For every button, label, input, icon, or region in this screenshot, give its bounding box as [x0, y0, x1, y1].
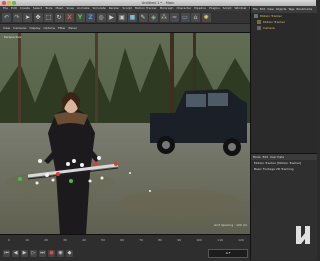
timeline-tick: 50: [101, 238, 105, 242]
viewport-menu-display[interactable]: Display: [29, 24, 40, 32]
subdivide-icon[interactable]: ◈: [149, 12, 158, 22]
camera-object-icon: [257, 26, 261, 30]
logo-watermark-icon: [296, 226, 310, 244]
motion-tracker-icon: [254, 14, 258, 18]
timeline-tick: 110: [217, 238, 223, 242]
timeline-tick: 10: [25, 238, 29, 242]
viewport-label: Perspective: [4, 35, 22, 39]
om-menu-view[interactable]: View: [267, 6, 274, 13]
footage-frame: [0, 33, 250, 235]
timeline-tick: 70: [139, 238, 144, 242]
camera-icon[interactable]: ⌂: [191, 12, 200, 22]
object-manager-menu: File Edit View Objects Tags Bookmarks: [251, 6, 317, 13]
object-name: Camera: [263, 26, 275, 30]
step-back-icon[interactable]: ◀: [12, 249, 19, 257]
array-icon[interactable]: ⁂: [159, 12, 169, 22]
timeline-tick: 60: [120, 238, 125, 242]
x-axis-icon[interactable]: X: [65, 12, 74, 22]
timeline-tick: 20: [44, 238, 48, 242]
render-view-icon[interactable]: ▣: [117, 12, 127, 22]
cube-icon[interactable]: ■: [128, 12, 137, 22]
timeline-tick: 30: [63, 238, 67, 242]
timeline-tick: 80: [158, 238, 163, 242]
viewport-menu: View Cameras Display Options Filter Pane…: [0, 24, 250, 32]
om-menu-file[interactable]: File: [253, 6, 258, 13]
om-menu-tags[interactable]: Tags: [288, 6, 294, 13]
om-menu-objects[interactable]: Objects: [276, 6, 287, 13]
grid-spacing-label: Grid Spacing : 100 cm: [214, 223, 248, 227]
go-to-end-icon[interactable]: ⏭: [39, 249, 46, 257]
object-name: Motion Tracker: [260, 14, 282, 18]
light-icon[interactable]: ✺: [201, 12, 211, 22]
object-name: Motion Tracker: [263, 20, 285, 24]
timeline-tick: 40: [82, 238, 86, 242]
y-axis-icon[interactable]: Y: [75, 12, 85, 22]
viewport-menu-panel[interactable]: Panel: [69, 24, 77, 32]
move-icon[interactable]: ✥: [33, 12, 43, 22]
viewport-menu-filter[interactable]: Filter: [58, 24, 65, 32]
pen-icon[interactable]: ✎: [138, 12, 148, 22]
object-list: Motion Tracker Motion Tracker Camera: [251, 13, 317, 154]
rotate-icon[interactable]: ↻: [54, 12, 64, 22]
frame-readout[interactable]: 0 F: [208, 249, 248, 258]
redo-icon[interactable]: ↷: [12, 12, 22, 22]
timeline-tick: 0: [8, 238, 10, 242]
keyframe-icon[interactable]: ◆: [66, 249, 73, 257]
scale-icon[interactable]: ⬚: [44, 12, 53, 22]
world-icon[interactable]: ◎: [96, 12, 106, 22]
viewport-menu-view[interactable]: View: [3, 24, 10, 32]
motion-tracker-icon: [257, 20, 261, 24]
timeline[interactable]: 0 10 20 30 40 50 60 70 80 90 100 110 120…: [0, 234, 250, 261]
play-icon[interactable]: ▶: [21, 249, 28, 257]
step-forward-icon[interactable]: ▷: [30, 249, 37, 257]
om-menu-bookmarks[interactable]: Bookmarks: [297, 6, 313, 13]
deformer-icon[interactable]: ≈: [170, 12, 179, 22]
autokey-icon[interactable]: ◉: [57, 249, 64, 257]
main-toolbar: ↶ ↷ ➤ ✥ ⬚ ↻ X Y Z ◎ ▶ ▣ ■ ✎ ◈ ⁂ ≈ ▭ ⌂ ✺: [0, 11, 250, 24]
undo-icon[interactable]: ↶: [2, 12, 11, 22]
timeline-tick: 90: [177, 238, 182, 242]
select-icon[interactable]: ➤: [23, 12, 32, 22]
timeline-ruler[interactable]: 0 10 20 30 40 50 60 70 80 90 100 110 120: [8, 238, 244, 244]
floor-icon[interactable]: ▭: [180, 12, 190, 22]
timeline-tick: 120: [238, 238, 244, 242]
record-icon[interactable]: ●: [48, 249, 55, 257]
go-to-start-icon[interactable]: ⏮: [3, 249, 10, 257]
om-menu-edit[interactable]: Edit: [260, 6, 265, 13]
viewport-menu-options[interactable]: Options: [44, 24, 56, 32]
object-row[interactable]: Camera: [251, 25, 317, 31]
render-icon[interactable]: ▶: [107, 12, 116, 22]
attribute-tabs[interactable]: Basic Footage 2D Tracking: [251, 166, 317, 172]
timeline-tick: 100: [196, 238, 202, 242]
viewport[interactable]: Perspective Grid Spacing : 100 cm: [0, 32, 250, 235]
z-axis-icon[interactable]: Z: [86, 12, 95, 22]
viewport-menu-cameras[interactable]: Cameras: [13, 24, 26, 32]
